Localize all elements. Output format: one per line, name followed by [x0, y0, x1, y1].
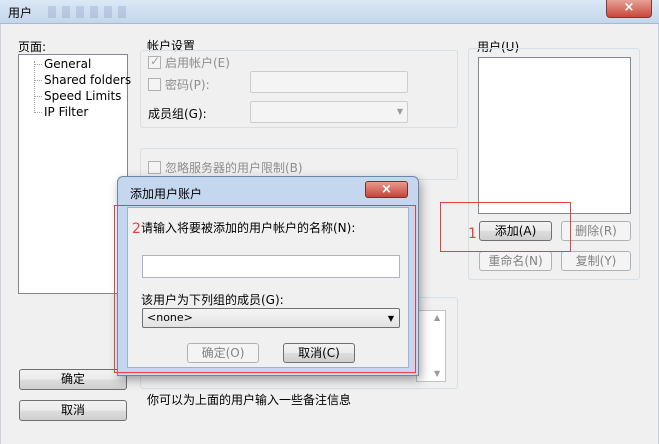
tree-connector	[34, 96, 42, 97]
scroll-down-icon[interactable]: ▼	[434, 369, 440, 378]
dialog-close-button[interactable]: ×	[365, 181, 408, 198]
delete-user-button[interactable]: 删除(R)	[561, 221, 631, 241]
titlebar-ghost-icons	[48, 6, 128, 18]
copy-user-button[interactable]: 复制(Y)	[561, 251, 631, 271]
tree-connector	[34, 61, 35, 113]
cancel-button[interactable]: 取消	[19, 400, 127, 421]
main-window-title: 用户	[8, 6, 33, 20]
chevron-down-icon: ▼	[396, 107, 403, 116]
pages-label: 页面:	[18, 40, 47, 54]
comment-hint: 你可以为上面的用户输入一些备注信息	[147, 393, 352, 407]
tree-connector	[34, 64, 42, 65]
annotation-label-1: 1	[468, 226, 477, 242]
password-label: 密码(P):	[165, 78, 210, 92]
member-group-label: 成员组(G):	[148, 107, 207, 121]
tree-connector	[34, 80, 42, 81]
bypass-limits-label: 忽略服务器的用户限制(B)	[165, 161, 303, 175]
enable-account-checkbox[interactable]	[148, 54, 161, 69]
tree-item-general[interactable]: General	[44, 57, 91, 71]
ok-button[interactable]: 确定	[19, 369, 127, 390]
member-group-select[interactable]: ▼	[250, 101, 408, 123]
password-field[interactable]	[250, 71, 408, 93]
main-close-button[interactable]: ×	[606, 0, 652, 18]
bypass-limits-checkbox[interactable]	[148, 161, 161, 174]
close-icon: ×	[381, 182, 392, 197]
password-checkbox[interactable]	[148, 78, 161, 91]
annotation-label-2: 2	[132, 221, 141, 237]
dialog-title: 添加用户账户	[130, 187, 203, 201]
comment-textarea[interactable]: ▲ ▼	[416, 310, 446, 382]
users-list[interactable]	[478, 57, 631, 214]
close-icon: ×	[623, 0, 635, 15]
tree-item-ip-filter[interactable]: IP Filter	[44, 105, 88, 119]
annotation-box-2	[114, 205, 416, 373]
tree-connector	[34, 112, 42, 113]
annotation-box-1	[440, 202, 571, 252]
pages-tree[interactable]: General Shared folders Speed Limits IP F…	[18, 54, 131, 294]
rename-user-button[interactable]: 重命名(N)	[479, 251, 552, 271]
tree-item-shared-folders[interactable]: Shared folders	[44, 73, 131, 87]
scroll-up-icon[interactable]: ▲	[434, 313, 440, 322]
enable-account-label: 启用帐户(E)	[165, 56, 230, 70]
main-window-titlebar: 用户	[0, 0, 659, 24]
tree-item-speed-limits[interactable]: Speed Limits	[44, 89, 121, 103]
